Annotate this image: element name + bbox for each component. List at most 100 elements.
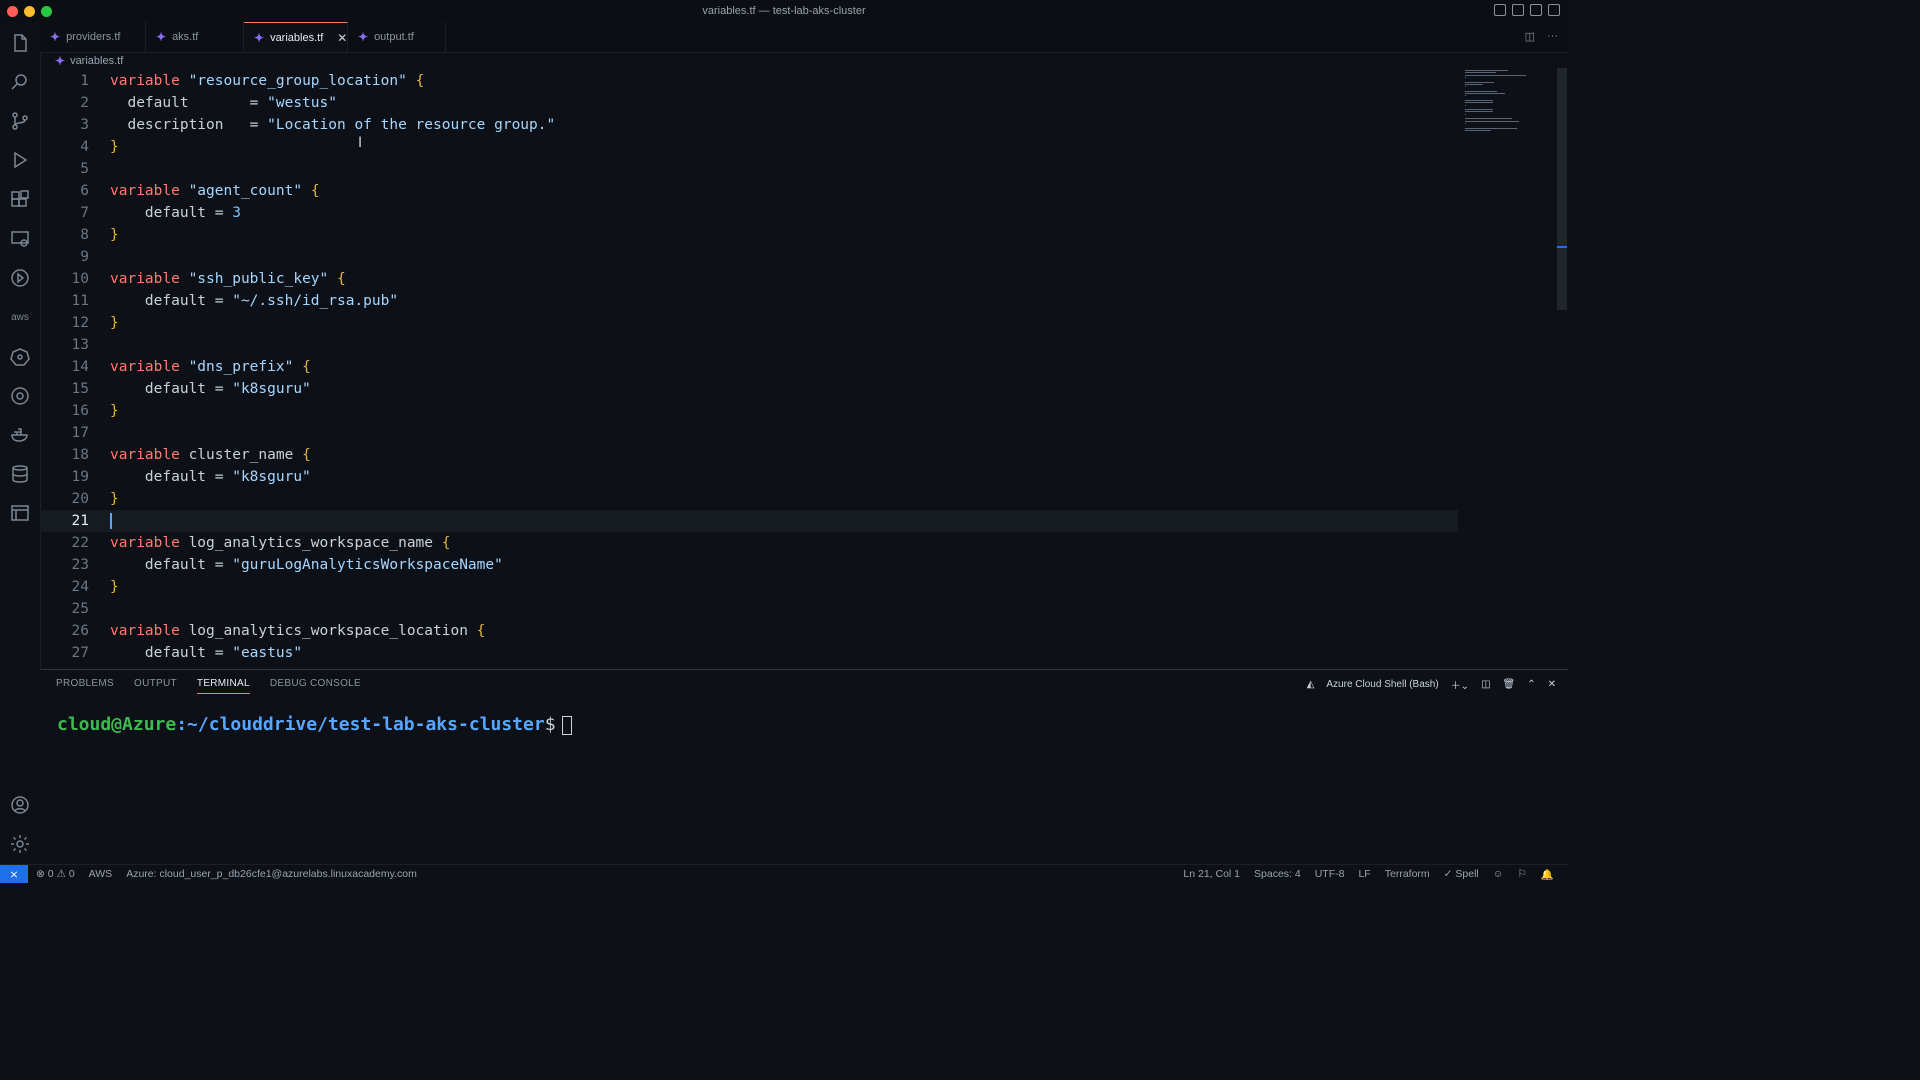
end-of-line[interactable]: LF [1358, 868, 1370, 881]
remote-explorer-icon[interactable] [9, 228, 31, 250]
extensions-icon[interactable] [9, 189, 31, 211]
minimap-line [1465, 86, 1467, 88]
indentation[interactable]: Spaces: 4 [1254, 868, 1301, 881]
terraform-file-icon: ✦ [55, 54, 66, 68]
code-line[interactable]: 9 [40, 246, 1458, 268]
code-line[interactable]: 7 default = 3 [40, 202, 1458, 224]
line-code: variable "ssh_public_key" { [110, 268, 346, 290]
aws-icon[interactable]: aws [9, 306, 31, 328]
search-icon[interactable] [9, 71, 31, 93]
code-line[interactable]: 21 [40, 510, 1458, 532]
tab-providers[interactable]: ✦ providers.tf [40, 22, 146, 52]
code-line[interactable]: 10 variable "ssh_public_key" { [40, 268, 1458, 290]
aws-status[interactable]: AWS [89, 868, 113, 880]
code-line[interactable]: 19 default = "k8sguru" [40, 466, 1458, 488]
toggle-secondary-sidebar-icon[interactable] [1530, 4, 1542, 16]
code-line[interactable]: 26 variable log_analytics_workspace_locat… [40, 620, 1458, 642]
code-line[interactable]: 6 variable "agent_count" { [40, 180, 1458, 202]
more-actions-icon[interactable]: ··· [1547, 30, 1558, 43]
code-line[interactable]: 5 [40, 158, 1458, 180]
account-icon[interactable] [9, 794, 31, 816]
code-line[interactable]: 23 default = "guruLogAnalyticsWorkspaceN… [40, 554, 1458, 576]
problems-status[interactable]: ⊗ 0 ⚠ 0 [36, 868, 75, 880]
code-line[interactable]: 11 default = "~/.ssh/id_rsa.pub" [40, 290, 1458, 312]
copilot-icon[interactable]: ☺ [1493, 868, 1504, 881]
new-terminal-icon[interactable]: ＋⌄ [1451, 677, 1469, 692]
line-number: 21 [71, 513, 89, 529]
code-line[interactable]: 2 default = "westus" [40, 92, 1458, 114]
tab-variables[interactable]: ✦ variables.tf ✕ [244, 22, 348, 52]
settings-gear-icon[interactable] [9, 833, 31, 855]
tab-output[interactable]: ✦ output.tf [348, 22, 446, 52]
play-icon[interactable] [9, 267, 31, 289]
line-code: } [110, 312, 119, 334]
code-line[interactable]: 18 variable cluster_name { [40, 444, 1458, 466]
breadcrumb-file[interactable]: variables.tf [70, 55, 123, 67]
run-debug-icon[interactable] [9, 149, 31, 171]
code-line[interactable]: 15 default = "k8sguru" [40, 378, 1458, 400]
database-icon[interactable] [9, 463, 31, 485]
language-mode[interactable]: Terraform [1385, 868, 1430, 881]
close-icon[interactable]: ✕ [337, 31, 347, 45]
spell-check[interactable]: ✓ Spell [1444, 868, 1479, 881]
text-cursor-icon: I [358, 135, 363, 151]
line-number: 5 [80, 161, 89, 177]
tab-debug-console[interactable]: DEBUG CONSOLE [270, 678, 361, 694]
code-line[interactable]: 3 description = "Location of the resourc… [40, 114, 1458, 136]
code-line[interactable]: 20} [40, 488, 1458, 510]
azure-account-status[interactable]: Azure: cloud_user_p_db26cfe1@azurelabs.l… [126, 868, 417, 880]
code-editor[interactable]: 1 variable "resource_group_location" {2 d… [40, 70, 1458, 668]
tab-terminal[interactable]: TERMINAL [196, 678, 250, 694]
minimap-line [1465, 127, 1517, 129]
split-editor-icon[interactable]: ◫ [1525, 30, 1535, 43]
line-code: default = "guruLogAnalyticsWorkspaceName… [110, 554, 503, 576]
docker-icon[interactable] [9, 424, 31, 446]
code-line[interactable]: 25 [40, 598, 1458, 620]
code-token: variable [110, 623, 180, 639]
code-token: 3 [232, 205, 241, 221]
code-line[interactable]: 24} [40, 576, 1458, 598]
maximize-panel-icon[interactable]: ⌃ [1527, 679, 1535, 690]
scrollbar-thumb[interactable] [1557, 68, 1567, 310]
toggle-panel-icon[interactable] [1512, 4, 1524, 16]
kubernetes-icon[interactable] [9, 346, 31, 368]
split-terminal-icon[interactable]: ◫ [1481, 679, 1490, 690]
encoding[interactable]: UTF-8 [1315, 868, 1345, 881]
line-number: 27 [71, 645, 89, 661]
code-line[interactable]: 13 [40, 334, 1458, 356]
customize-layout-icon[interactable] [1548, 4, 1560, 16]
code-line[interactable]: 4} [40, 136, 1458, 158]
code-token: { [441, 535, 451, 551]
panel-icon[interactable] [9, 502, 31, 524]
tab-problems[interactable]: PROBLEMS [56, 678, 114, 694]
code-line[interactable]: 17 [40, 422, 1458, 444]
code-line[interactable]: 22 variable log_analytics_workspace_name … [40, 532, 1458, 554]
remote-indicator-icon[interactable]: ⨯ [0, 865, 28, 883]
azure-icon: ◭ [1306, 679, 1315, 690]
code-line[interactable]: 12} [40, 312, 1458, 334]
feedback-icon[interactable]: ⚐ [1518, 868, 1527, 881]
gitlens-icon[interactable] [9, 385, 31, 407]
error-count: 0 [47, 868, 54, 880]
terminal-name[interactable]: Azure Cloud Shell (Bash) [1326, 679, 1438, 690]
notifications-bell-icon[interactable]: 🔔 [1541, 868, 1554, 881]
code-line[interactable]: 16} [40, 400, 1458, 422]
tab-output[interactable]: OUTPUT [134, 678, 177, 694]
minimap-line [1465, 122, 1467, 124]
tab-aks[interactable]: ✦ aks.tf [146, 22, 244, 52]
code-line[interactable]: 27 default = "eastus" [40, 642, 1458, 664]
source-control-icon[interactable] [9, 110, 31, 132]
code-line[interactable]: 14 variable "dns_prefix" { [40, 356, 1458, 378]
minimap-line [1465, 129, 1492, 131]
trash-icon[interactable]: 🗑 [1503, 679, 1516, 690]
toggle-sidebar-icon[interactable] [1494, 4, 1506, 16]
code-line[interactable]: 1 variable "resource_group_location" { [40, 70, 1458, 92]
cursor-position[interactable]: Ln 21, Col 1 [1183, 868, 1240, 881]
terminal-prompt[interactable]: cloud@Azure:~/clouddrive/test-lab-aks-cl… [57, 714, 572, 735]
close-panel-icon[interactable]: ✕ [1548, 679, 1556, 690]
files-icon[interactable] [9, 32, 31, 54]
code-line[interactable]: 8} [40, 224, 1458, 246]
minimap[interactable] [1462, 68, 1552, 138]
